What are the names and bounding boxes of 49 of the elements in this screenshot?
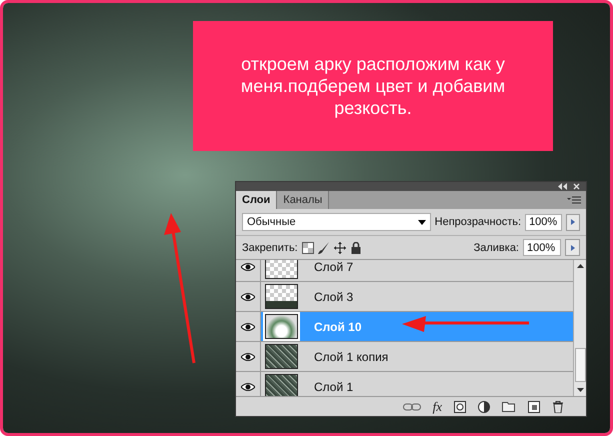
fx-button[interactable]: fx bbox=[432, 400, 442, 413]
layer-thumbnail bbox=[265, 374, 298, 396]
opacity-slider-button[interactable] bbox=[566, 214, 580, 230]
callout-text: откроем арку расположим как у меня.подберем цвет и добавим резкость. bbox=[240, 53, 506, 119]
mask-icon[interactable] bbox=[454, 400, 466, 412]
caret-icon bbox=[418, 220, 426, 224]
fill-slider-button[interactable] bbox=[565, 239, 580, 256]
layer-thumbnail bbox=[265, 344, 298, 369]
eye-icon[interactable] bbox=[241, 352, 255, 360]
layer-name: Слой 1 bbox=[314, 380, 354, 394]
close-icon[interactable] bbox=[573, 183, 580, 190]
lock-label: Закрепить: bbox=[242, 242, 298, 254]
scroll-down-icon[interactable] bbox=[576, 388, 584, 392]
layer-name: Слой 7 bbox=[314, 260, 354, 274]
move-icon[interactable] bbox=[334, 242, 346, 254]
half-circle-icon[interactable] bbox=[478, 400, 490, 412]
fill-field[interactable]: 100% bbox=[523, 239, 561, 256]
panel-tab[interactable]: Каналы bbox=[277, 191, 330, 209]
layer-name: Слой 10 bbox=[314, 320, 362, 334]
brush-icon[interactable] bbox=[318, 242, 330, 254]
layer-thumbnail bbox=[265, 260, 298, 279]
link-icon[interactable] bbox=[402, 402, 421, 410]
folder-icon[interactable] bbox=[502, 401, 516, 412]
layer-row[interactable]: Слой 1 копия bbox=[236, 342, 573, 372]
layer-name: Слой 1 копия bbox=[314, 350, 388, 364]
lock-icon[interactable] bbox=[350, 242, 362, 254]
menu-icon[interactable] bbox=[567, 196, 581, 204]
fill-label: Заливка: bbox=[474, 242, 519, 254]
layer-name: Слой 3 bbox=[314, 290, 354, 304]
triangle-icon bbox=[570, 219, 575, 225]
layer-thumbnail bbox=[265, 314, 298, 339]
layer-row[interactable]: Слой 3 bbox=[236, 282, 573, 312]
scroll-thumb[interactable] bbox=[574, 348, 586, 382]
opacity-field[interactable]: 100% bbox=[525, 214, 562, 230]
scroll-up-icon[interactable] bbox=[576, 264, 584, 268]
triangle-icon bbox=[570, 244, 574, 250]
layer-thumbnail bbox=[265, 284, 298, 309]
opacity-label: Непрозрачность: bbox=[434, 216, 522, 228]
eye-icon[interactable] bbox=[241, 292, 255, 300]
trash-icon[interactable] bbox=[552, 400, 564, 412]
eye-icon[interactable] bbox=[241, 262, 255, 270]
eye-icon[interactable] bbox=[241, 322, 255, 330]
panel-tab[interactable]: Слои bbox=[236, 191, 278, 209]
scrollbar[interactable] bbox=[573, 260, 586, 396]
layer-row[interactable]: Слой 7 bbox=[236, 260, 573, 282]
new-layer-icon[interactable] bbox=[528, 400, 540, 412]
eye-icon[interactable] bbox=[241, 382, 255, 390]
blend-mode-dropdown[interactable]: Обычные bbox=[242, 213, 431, 231]
lock-transparency-icon[interactable] bbox=[302, 242, 314, 254]
